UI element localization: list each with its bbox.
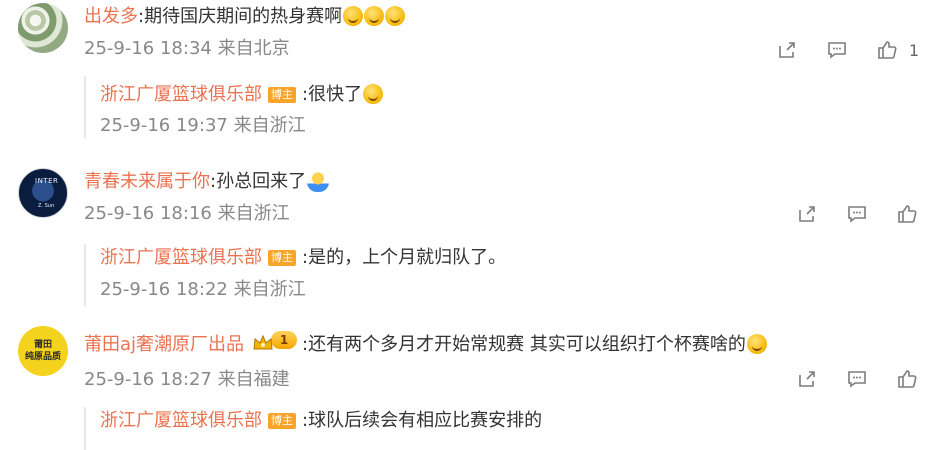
avatar-text: 纯原品质 [24,352,61,362]
like-icon[interactable] [895,202,919,226]
comment-text: :孙总回来了 [210,171,307,192]
avatar[interactable]: INTER Z. Sun [18,168,68,218]
hug-emoji-icon [307,170,330,192]
avatar-text: INTER [35,177,59,185]
avatar[interactable] [18,3,68,53]
reply-location: 来自浙江 [233,279,306,300]
emoji-icon [363,84,384,104]
comment-meta: 25-9-16 18:27 来自福建 [84,366,290,394]
emoji-icon [746,334,767,354]
author-badge: 博主 [268,413,296,429]
reply-location: 来自浙江 [233,115,306,136]
comment-username[interactable]: 莆田aj奢潮原厂出品 [84,334,244,355]
like-count: 1 [908,40,919,60]
reply-date: 25-9-16 19:37 [100,115,228,136]
comment-icon[interactable] [825,38,849,62]
comment-location: 来自浙江 [217,203,290,224]
reply-meta: 25-9-16 18:22 来自浙江 [100,276,306,304]
reply-text: :是的，上个月就归队了。 [302,247,507,268]
comment-meta: 25-9-16 18:34 来自北京 [84,35,290,63]
emoji-icon [385,6,406,26]
share-icon[interactable] [795,367,819,391]
reply-text: :球队后续会有相应比赛安排的 [302,410,543,431]
comment-date: 25-9-16 18:34 [84,38,212,59]
comment-username[interactable]: 青春未来属于你 [84,171,210,192]
comment-location: 来自福建 [217,369,290,390]
comment-text: :期待国庆期间的热身赛啊 [138,6,343,27]
emoji-icon [343,6,364,26]
share-icon[interactable] [795,202,819,226]
reply-divider [84,407,86,450]
comment-meta: 25-9-16 18:16 来自浙江 [84,200,290,228]
reply-date: 25-9-16 18:22 [100,279,228,300]
vip-level: 1 [271,331,298,349]
avatar-text: 莆田 [33,340,52,350]
reply-divider [84,244,86,306]
comment-date: 25-9-16 18:16 [84,203,212,224]
comment-icon[interactable] [845,202,869,226]
comment-actions: 1 [775,38,919,62]
author-badge: 博主 [268,250,296,266]
comment-actions [795,367,919,391]
like-icon[interactable] [895,367,919,391]
crown-icon [252,331,274,350]
comment-actions [795,202,919,226]
reply-divider [84,76,86,138]
comment-location: 来自北京 [217,38,290,59]
comment-text: :还有两个多月才开始常规赛 其实可以组织打个杯赛啥的 [302,334,746,355]
share-icon[interactable] [775,38,799,62]
like-icon[interactable] [875,38,899,62]
reply-username[interactable]: 浙江广厦篮球俱乐部 [100,410,262,431]
author-badge: 博主 [268,87,296,103]
comment-username[interactable]: 出发多 [84,6,138,27]
reply-meta: 25-9-16 19:37 来自浙江 [100,112,306,140]
emoji-icon [364,6,385,26]
avatar-text: Z. Sun [38,203,55,209]
reply-username[interactable]: 浙江广厦篮球俱乐部 [100,84,262,105]
comment-icon[interactable] [845,367,869,391]
reply-username[interactable]: 浙江广厦篮球俱乐部 [100,247,262,268]
like-button[interactable]: 1 [875,38,919,62]
avatar[interactable]: 莆田 纯原品质 [18,326,68,376]
comment-date: 25-9-16 18:27 [84,369,212,390]
vip-badge[interactable]: 1 [252,331,298,350]
reply-text: :很快了 [302,84,363,105]
